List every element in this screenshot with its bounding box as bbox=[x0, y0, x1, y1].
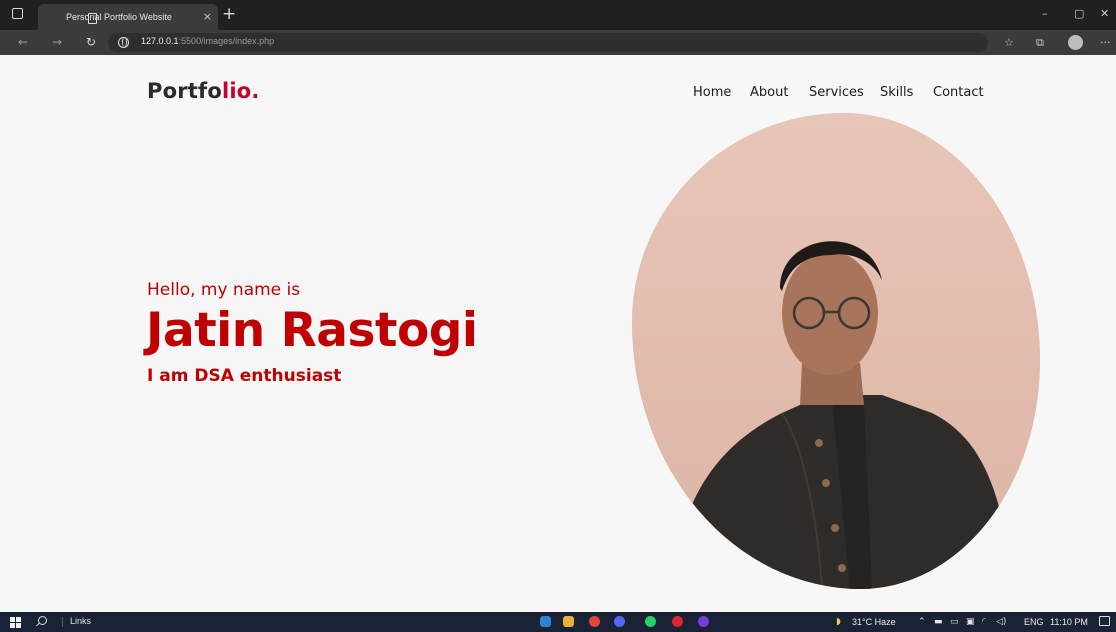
links-toolbar[interactable]: Links bbox=[70, 616, 91, 626]
language-indicator[interactable]: ENG bbox=[1024, 617, 1044, 627]
url-host: 127.0.0.1 bbox=[141, 36, 179, 46]
restore-button[interactable]: ▢ bbox=[1074, 6, 1084, 22]
back-icon[interactable]: ← bbox=[18, 35, 28, 49]
site-logo[interactable]: Portfolio. bbox=[147, 79, 260, 103]
hero-tagline: I am DSA enthusiast bbox=[147, 366, 342, 386]
profile-photo bbox=[632, 113, 1040, 589]
close-window-button[interactable]: ✕ bbox=[1100, 6, 1109, 22]
nav-contact[interactable]: Contact bbox=[933, 85, 984, 100]
nav-about[interactable]: About bbox=[750, 85, 788, 100]
clock[interactable]: 11:10 PM bbox=[1050, 617, 1088, 627]
collections-icon[interactable]: ⧉ bbox=[1036, 36, 1044, 50]
url-path: :5500/images/index.php bbox=[178, 36, 275, 46]
browser-tab[interactable]: Personal Portfolio Website × bbox=[38, 4, 218, 30]
more-menu-icon[interactable]: ··· bbox=[1100, 36, 1111, 50]
display-icon[interactable]: ▣ bbox=[966, 616, 975, 628]
url-text[interactable]: 127.0.0.1:5500/images/index.php bbox=[141, 36, 274, 46]
tab-title: Personal Portfolio Website bbox=[66, 12, 172, 22]
weather-icon: ◗ bbox=[836, 617, 841, 627]
whatsapp-app-icon[interactable] bbox=[645, 616, 656, 627]
divider bbox=[62, 617, 63, 627]
profile-icon[interactable] bbox=[1068, 35, 1083, 50]
discord-app-icon[interactable] bbox=[614, 616, 625, 627]
forward-icon[interactable]: → bbox=[52, 35, 62, 49]
minimize-button[interactable]: – bbox=[1042, 6, 1048, 22]
favorites-icon[interactable]: ☆ bbox=[1004, 36, 1014, 50]
edge-app-icon[interactable] bbox=[540, 616, 551, 627]
browser-tab-bar: Personal Portfolio Website × + – ▢ ✕ bbox=[0, 0, 1116, 30]
hero-greeting: Hello, my name is bbox=[147, 280, 301, 300]
nav-skills[interactable]: Skills bbox=[880, 85, 913, 100]
windows-taskbar: Links ◗ 31°C Haze ⌃ ▬ ▭ ▣ ◜ ◁) ENG 11:10… bbox=[0, 612, 1116, 632]
battery-icon[interactable]: ▬ bbox=[934, 616, 943, 628]
page-icon bbox=[88, 13, 97, 24]
chrome-app-icon[interactable] bbox=[589, 616, 600, 627]
hero-name: Jatin Rastogi bbox=[146, 303, 478, 358]
logo-main: Portfo bbox=[147, 79, 222, 103]
network-icon[interactable]: ◜ bbox=[982, 616, 986, 628]
device-icon[interactable]: ▭ bbox=[950, 616, 959, 628]
start-button-icon[interactable] bbox=[10, 617, 21, 628]
notification-icon[interactable] bbox=[1099, 616, 1110, 626]
volume-icon[interactable]: ◁) bbox=[996, 616, 1006, 628]
weather-text[interactable]: 31°C Haze bbox=[852, 617, 896, 627]
opera-app-icon[interactable] bbox=[672, 616, 683, 627]
tab-close-icon[interactable]: × bbox=[203, 9, 212, 25]
app-icon[interactable] bbox=[698, 616, 709, 627]
portfolio-page: Portfolio. Home About Services Skills Co… bbox=[0, 55, 1116, 612]
site-info-icon[interactable] bbox=[118, 37, 129, 48]
profile-photo-illustration bbox=[632, 113, 1040, 589]
show-hidden-icons[interactable]: ⌃ bbox=[918, 616, 926, 628]
file-explorer-icon[interactable] bbox=[563, 616, 574, 627]
logo-accent: lio. bbox=[221, 79, 260, 103]
new-tab-button[interactable]: + bbox=[222, 4, 236, 24]
nav-home[interactable]: Home bbox=[693, 85, 731, 100]
refresh-icon[interactable]: ↻ bbox=[86, 35, 96, 49]
nav-services[interactable]: Services bbox=[809, 85, 864, 100]
tab-actions-icon[interactable] bbox=[12, 8, 23, 19]
search-icon[interactable] bbox=[38, 616, 47, 625]
address-toolbar: ← → ↻ 127.0.0.1:5500/images/index.php ☆ … bbox=[0, 30, 1116, 55]
